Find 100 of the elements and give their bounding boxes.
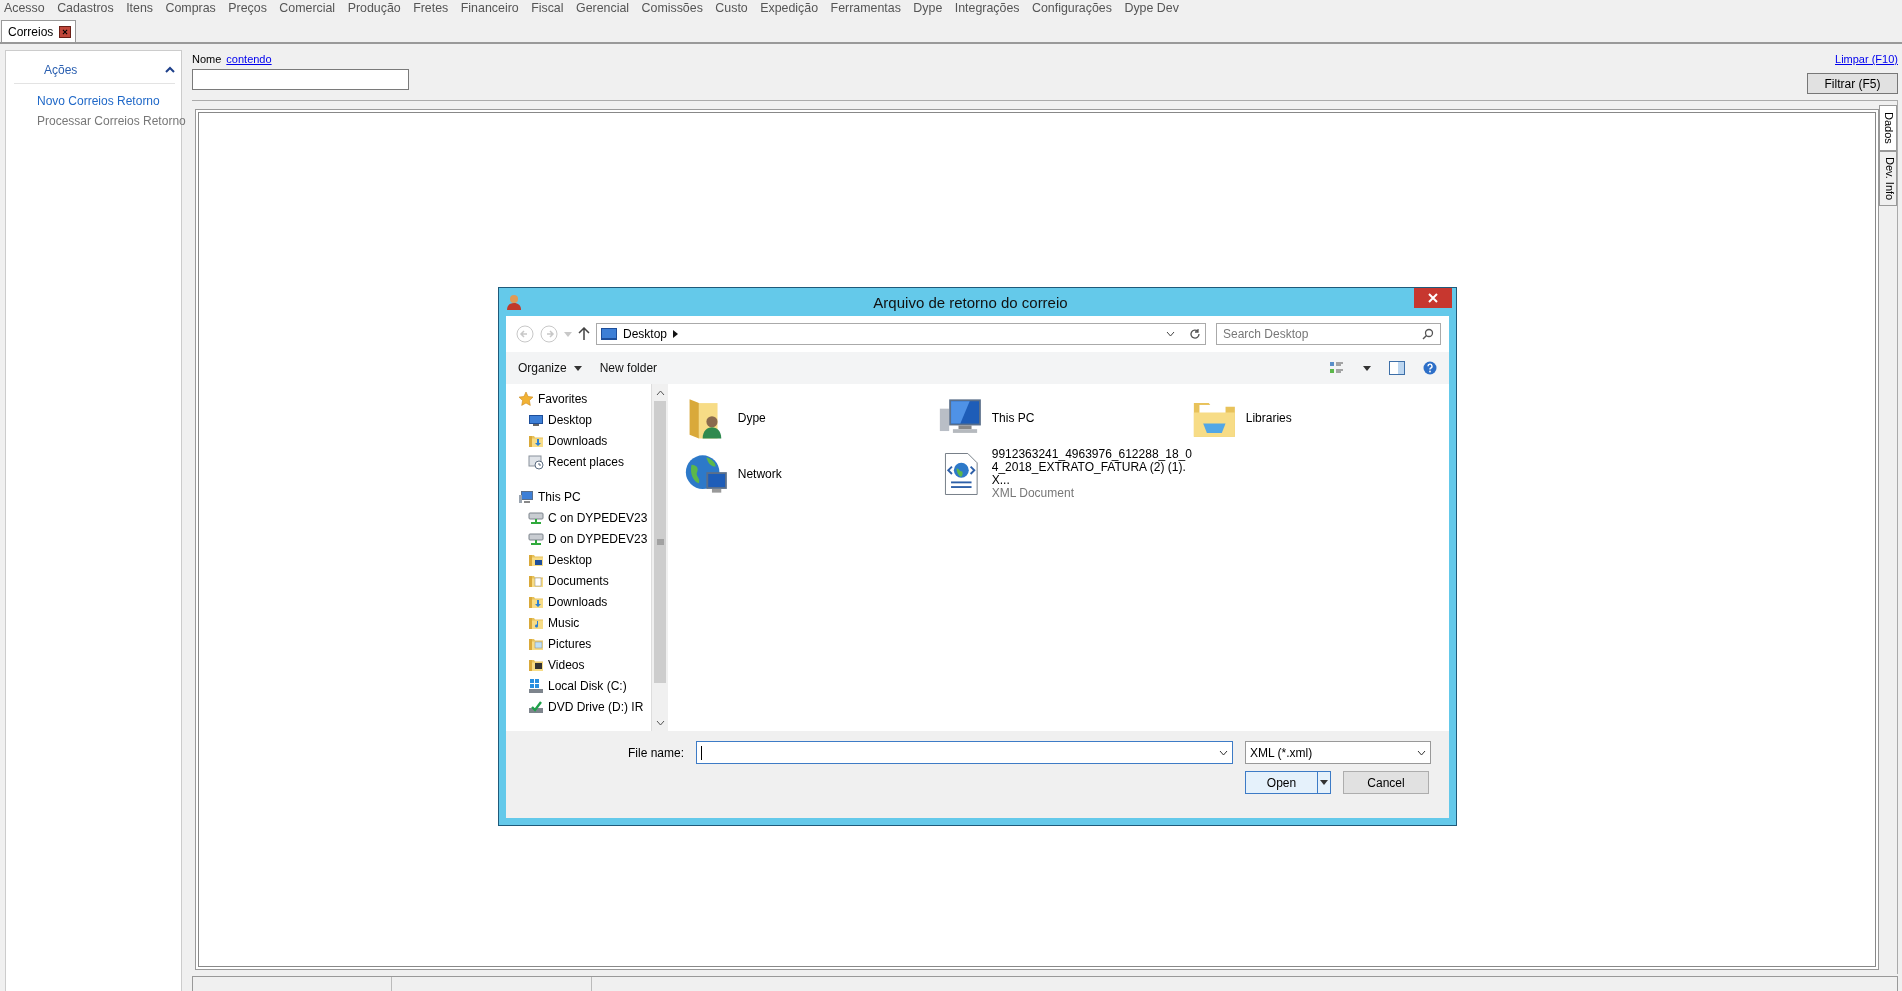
menu-item[interactable]: Configurações bbox=[1032, 1, 1112, 15]
menu-item[interactable]: Fiscal bbox=[531, 1, 564, 15]
caret-icon bbox=[1363, 365, 1371, 371]
dialog-title: Arquivo de retorno do correio bbox=[872, 293, 1069, 311]
tree-item[interactable]: Documents bbox=[518, 572, 651, 590]
dvd-drive-icon bbox=[528, 699, 544, 715]
file-type: XML Document bbox=[991, 487, 1075, 500]
search-field[interactable]: Search Desktop bbox=[1216, 323, 1441, 345]
chevron-up-icon[interactable] bbox=[655, 389, 665, 396]
menu-item[interactable]: Expedição bbox=[760, 1, 819, 15]
file-name: Libraries bbox=[1245, 411, 1293, 425]
chevron-down-icon[interactable] bbox=[1417, 749, 1426, 756]
side-tab[interactable]: Dev. Info bbox=[1879, 150, 1897, 206]
menu-item[interactable]: Itens bbox=[126, 1, 153, 15]
menu-item[interactable]: Comercial bbox=[279, 1, 336, 15]
tree-item[interactable]: Videos bbox=[518, 656, 651, 674]
monitor-icon bbox=[601, 328, 617, 340]
up-arrow-icon[interactable] bbox=[578, 327, 590, 341]
monitor-icon bbox=[528, 412, 544, 428]
menu-item[interactable]: Ferramentas bbox=[830, 1, 901, 15]
file-item[interactable]: 9912363241_4963976_612288_18_04_2018_EXTRATO_FATURA (2) (1).X... XML Document bbox=[938, 446, 1192, 502]
new-folder-button[interactable]: New folder bbox=[599, 361, 658, 375]
network-drive-icon bbox=[528, 531, 544, 547]
close-button[interactable] bbox=[1414, 288, 1452, 308]
menu-item[interactable]: Custo bbox=[715, 1, 748, 15]
menu-item[interactable]: Dype Dev bbox=[1124, 1, 1179, 15]
tree-item[interactable]: Music bbox=[518, 614, 651, 632]
music-folder-icon bbox=[528, 615, 544, 631]
menu-item[interactable]: Acesso bbox=[4, 1, 45, 15]
person-icon bbox=[507, 294, 521, 310]
menu-item[interactable]: Comissões bbox=[641, 1, 703, 15]
document-tab[interactable]: Correios bbox=[1, 20, 77, 42]
panel-title: Ações bbox=[44, 63, 78, 77]
open-button[interactable]: Open bbox=[1245, 771, 1331, 794]
file-item[interactable]: This PC bbox=[938, 390, 1192, 446]
chevron-up-icon[interactable] bbox=[165, 66, 175, 74]
desktop-folder-icon bbox=[528, 552, 544, 568]
file-name-field[interactable] bbox=[696, 741, 1233, 764]
file-name: This PC bbox=[991, 411, 1036, 425]
tree-item[interactable]: Favorites bbox=[518, 390, 651, 408]
organize-menu[interactable]: Organize bbox=[518, 361, 582, 375]
chevron-down-icon[interactable] bbox=[1166, 331, 1175, 337]
star-icon bbox=[518, 391, 534, 407]
tree-item[interactable]: Pictures bbox=[518, 635, 651, 653]
file-item[interactable]: Dype bbox=[684, 390, 938, 446]
close-icon[interactable] bbox=[59, 25, 72, 38]
tree-item[interactable]: Downloads bbox=[518, 432, 651, 450]
caret-icon bbox=[1320, 780, 1328, 785]
chevron-down-icon[interactable] bbox=[1219, 749, 1228, 756]
menu-item[interactable]: Gerencial bbox=[576, 1, 630, 15]
file-item[interactable]: Network bbox=[684, 446, 938, 502]
menu-item[interactable]: Compras bbox=[165, 1, 216, 15]
menu-item[interactable]: Fretes bbox=[413, 1, 449, 15]
download-folder-icon bbox=[528, 433, 544, 449]
file-name: Dype bbox=[737, 411, 767, 425]
pictures-folder-icon bbox=[528, 636, 544, 652]
grip-icon bbox=[656, 539, 664, 545]
filter-button[interactable]: Filtrar (F5) bbox=[1807, 73, 1898, 94]
menu-item[interactable]: Dype bbox=[913, 1, 943, 15]
tree-item[interactable]: Recent places bbox=[518, 453, 651, 471]
clear-link[interactable]: Limpar (F10) bbox=[1835, 53, 1898, 65]
file-type-dropdown[interactable]: XML (*.xml) bbox=[1245, 741, 1431, 764]
operator-link[interactable]: contendo bbox=[226, 53, 272, 65]
address-bar[interactable]: Desktop bbox=[596, 323, 1206, 345]
file-name: Network bbox=[737, 467, 783, 481]
search-icon bbox=[1422, 328, 1434, 340]
side-tab[interactable]: Dados bbox=[1879, 105, 1897, 151]
scrollbar[interactable] bbox=[651, 384, 668, 731]
tree-item[interactable]: DVD Drive (D:) IR bbox=[518, 698, 651, 716]
file-name: 9912363241_4963976_612288_18_04_2018_EXTRATO_FATURA (2) (1).X... bbox=[991, 448, 1192, 487]
tree-item[interactable]: Desktop bbox=[518, 551, 651, 569]
action-link[interactable]: Novo Correios Retorno bbox=[37, 94, 181, 108]
tree-item[interactable]: Local Disk (C:) bbox=[518, 677, 651, 695]
windows-drive-icon bbox=[528, 678, 544, 694]
tree-item[interactable]: Downloads bbox=[518, 593, 651, 611]
videos-folder-icon bbox=[528, 657, 544, 673]
name-input-field[interactable] bbox=[192, 69, 409, 90]
field-label: Nome bbox=[192, 53, 222, 65]
close-icon bbox=[1428, 293, 1438, 303]
view-options-icon[interactable] bbox=[1329, 361, 1345, 375]
menu-item[interactable]: Financeiro bbox=[460, 1, 519, 15]
breadcrumb-item[interactable]: Desktop bbox=[623, 327, 668, 341]
cancel-button[interactable]: Cancel bbox=[1343, 771, 1429, 794]
menu-item[interactable]: Integrações bbox=[954, 1, 1020, 15]
recent-places-icon bbox=[528, 454, 544, 470]
tree-item[interactable]: C on DYPEDEV23 bbox=[518, 509, 651, 527]
tree-item[interactable]: D on DYPEDEV23 bbox=[518, 530, 651, 548]
help-icon[interactable] bbox=[1423, 361, 1437, 375]
chevron-right-icon[interactable] bbox=[673, 330, 679, 338]
network-drive-icon bbox=[528, 510, 544, 526]
preview-pane-icon[interactable] bbox=[1389, 361, 1405, 375]
file-item[interactable]: Libraries bbox=[1192, 390, 1446, 446]
chevron-down-icon[interactable] bbox=[655, 719, 665, 726]
download-folder-icon bbox=[528, 594, 544, 610]
menu-item[interactable]: Cadastros bbox=[57, 1, 114, 15]
refresh-icon[interactable] bbox=[1189, 328, 1201, 340]
tree-item[interactable]: Desktop bbox=[518, 411, 651, 429]
menu-item[interactable]: Produção bbox=[347, 1, 401, 15]
menu-item[interactable]: Preços bbox=[228, 1, 267, 15]
tree-item[interactable]: This PC bbox=[518, 488, 651, 506]
